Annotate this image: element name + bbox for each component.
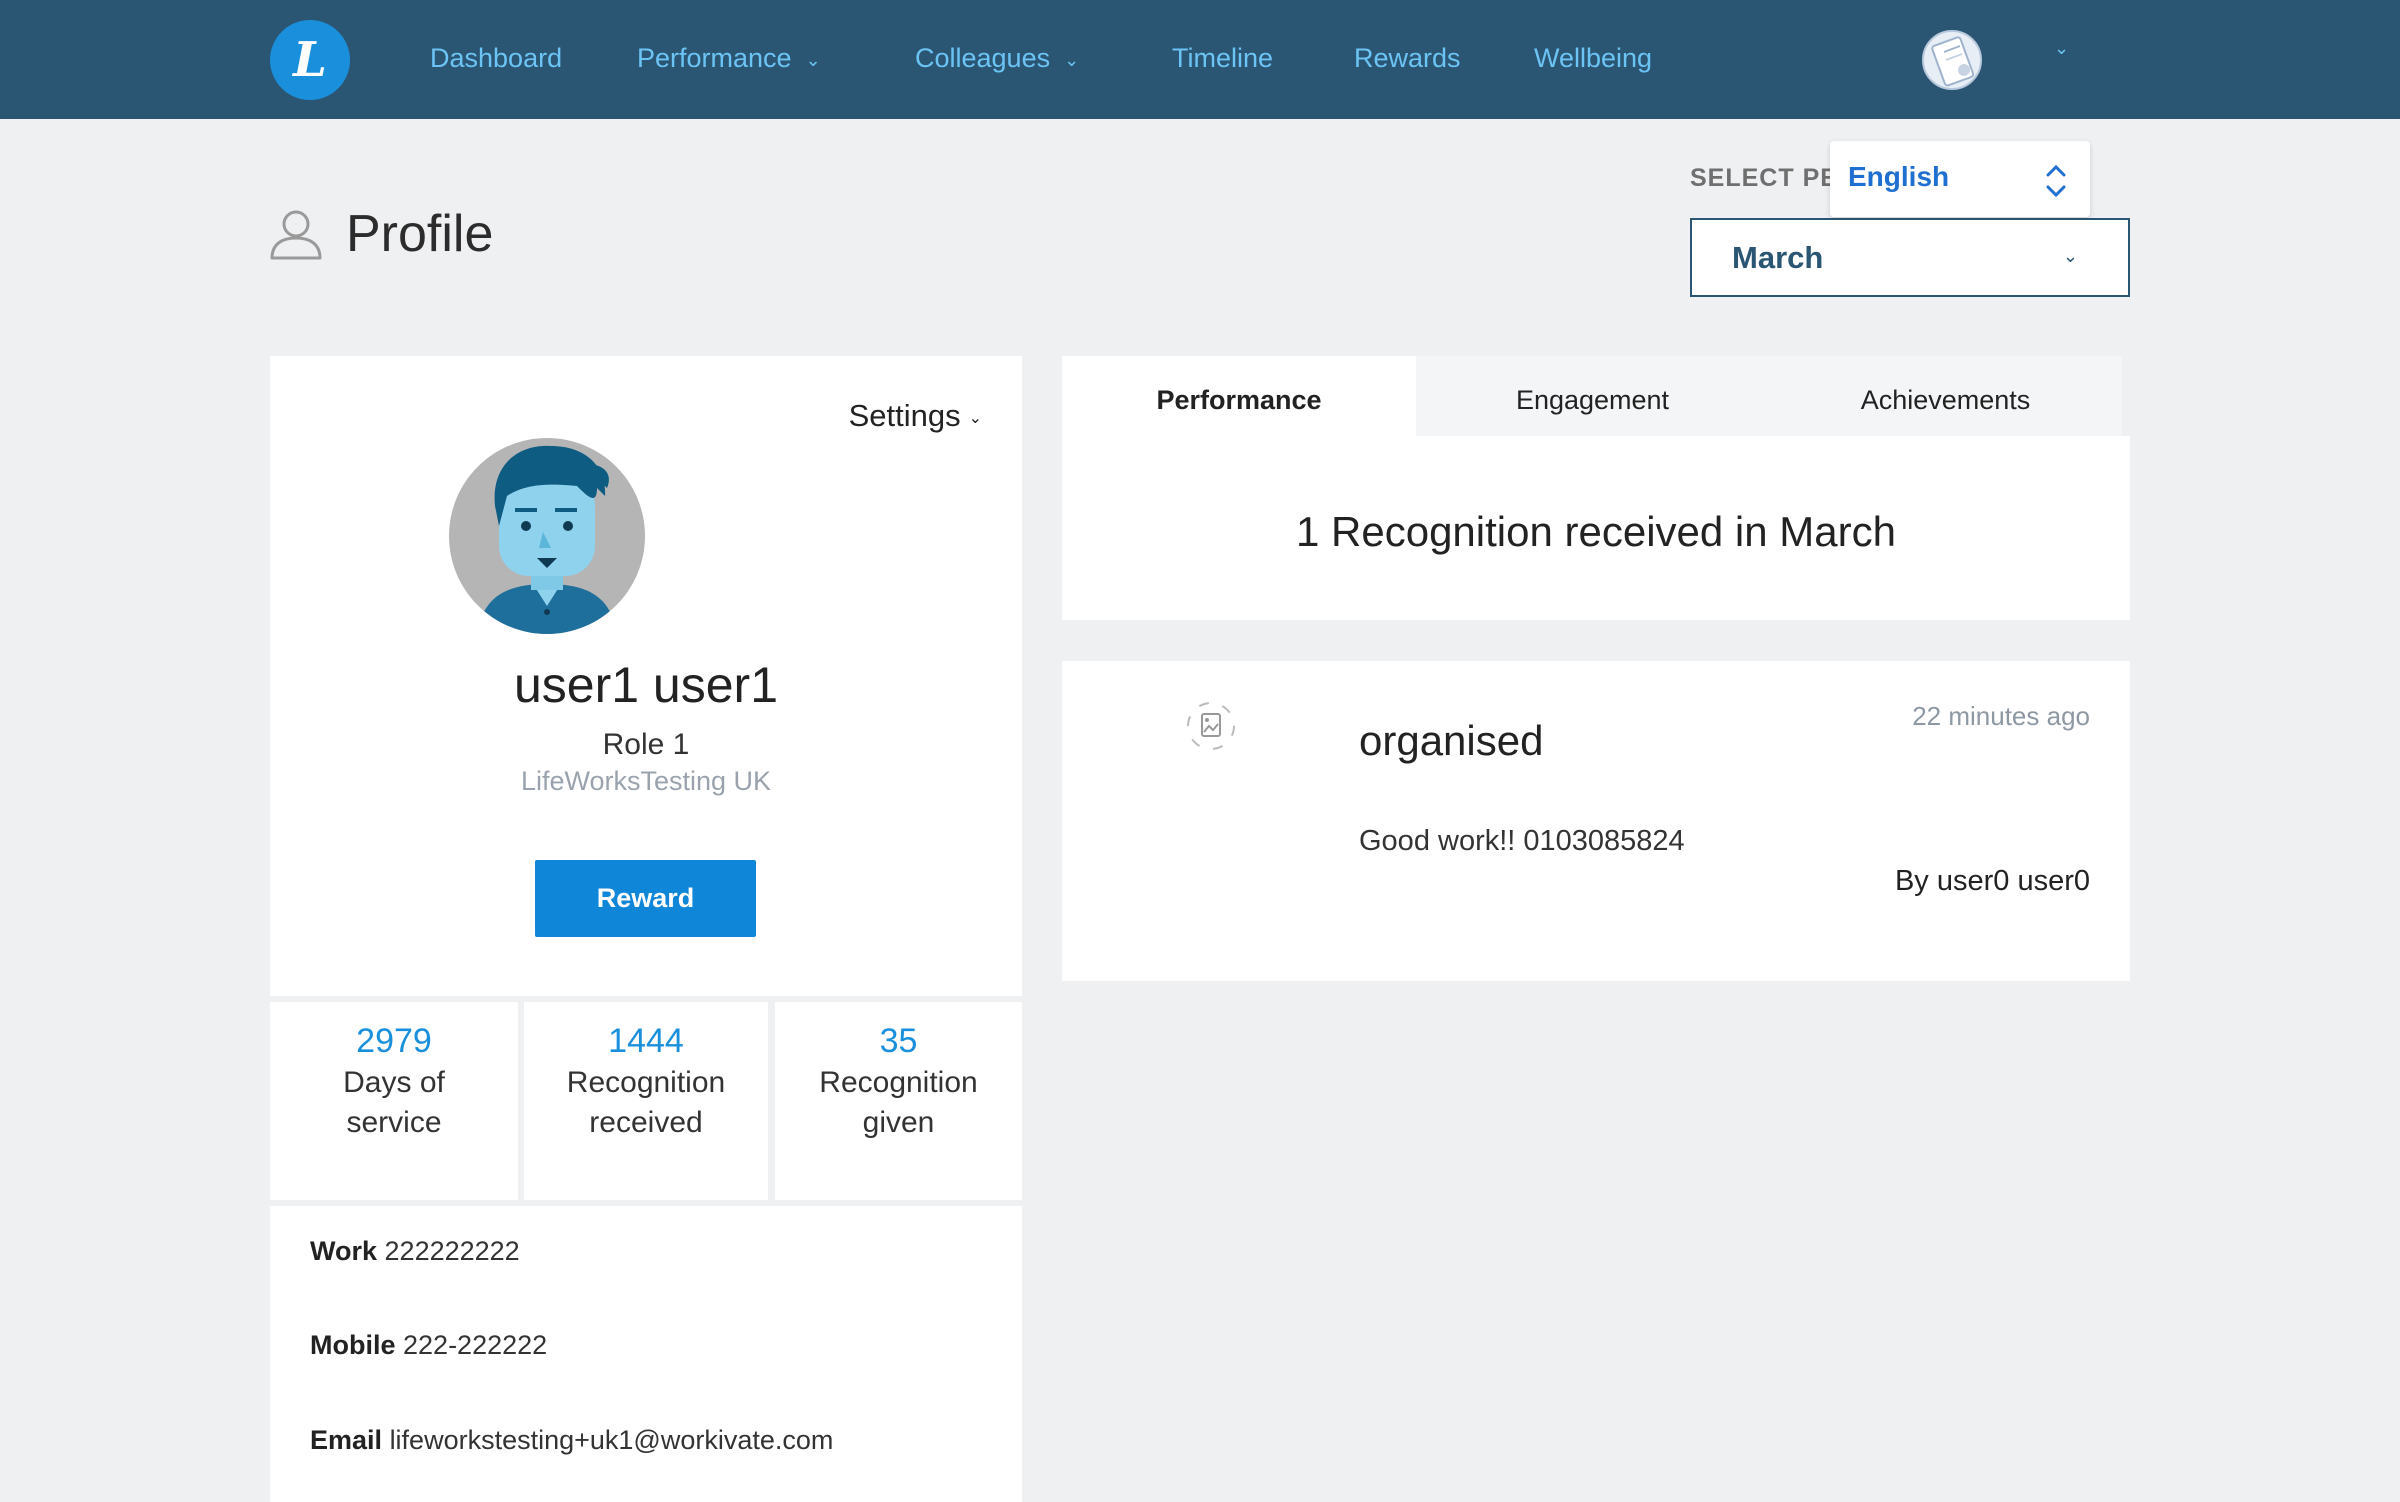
tab-engagement[interactable]: Engagement bbox=[1416, 356, 1769, 436]
user-company: LifeWorksTesting UK bbox=[520, 766, 772, 796]
stat-label: Days of service bbox=[343, 1066, 445, 1139]
chevron-down-icon: ⌄ bbox=[2062, 246, 2078, 266]
contact-label: Work bbox=[310, 1236, 378, 1266]
nav-item-dashboard[interactable]: Dashboard bbox=[430, 38, 562, 78]
user-name: user1 user1 bbox=[513, 657, 779, 713]
contact-label: Email bbox=[310, 1425, 383, 1455]
recognition-timestamp: 22 minutes ago bbox=[1912, 701, 2090, 731]
chevron-down-icon: ⌄ bbox=[1064, 49, 1080, 70]
nav-item-label: Timeline bbox=[1172, 43, 1274, 73]
summary-text: 1 Recognition received in March bbox=[1296, 508, 1896, 555]
recognition-card: organised 22 minutes ago Good work!! 010… bbox=[1062, 661, 2130, 981]
chevron-down-icon[interactable]: ⌄ bbox=[2054, 38, 2069, 59]
contact-email: Email lifeworkstesting+uk1@workivate.com bbox=[310, 1425, 833, 1456]
contact-mobile: Mobile 222-222222 bbox=[310, 1330, 547, 1361]
broken-image-icon bbox=[1187, 702, 1235, 750]
recognition-author: By user0 user0 bbox=[1894, 865, 2090, 897]
nav-item-label: Rewards bbox=[1354, 43, 1461, 73]
nav-item-wellbeing[interactable]: Wellbeing bbox=[1534, 38, 1652, 78]
stat-value: 1444 bbox=[608, 1022, 684, 1060]
stat-value: 35 bbox=[879, 1022, 918, 1060]
avatar bbox=[449, 438, 645, 634]
nav-item-rewards[interactable]: Rewards bbox=[1354, 38, 1461, 78]
profile-tabs: Performance Engagement Achievements bbox=[1062, 356, 2122, 436]
tab-achievements[interactable]: Achievements bbox=[1769, 356, 2122, 436]
stat-recognition-given: 35 Recognition given bbox=[775, 1002, 1022, 1200]
stat-recognition-received: 1444 Recognition received bbox=[524, 1002, 768, 1200]
chevron-down-icon: ⌄ bbox=[968, 409, 982, 427]
up-down-arrows-icon bbox=[2046, 164, 2066, 198]
nav-item-colleagues[interactable]: Colleagues ⌄ bbox=[915, 38, 1079, 78]
nav-item-timeline[interactable]: Timeline bbox=[1172, 38, 1273, 78]
reward-button[interactable]: Reward bbox=[535, 860, 756, 937]
nav-item-label: Performance bbox=[637, 43, 792, 73]
stat-days-of-service: 2979 Days of service bbox=[270, 1002, 518, 1200]
chevron-down-icon: ⌄ bbox=[805, 49, 821, 70]
contact-email-link[interactable]: lifeworkstesting+uk1@workivate.com bbox=[390, 1425, 834, 1455]
contact-value: 222-222222 bbox=[403, 1330, 548, 1360]
language-selector[interactable]: English bbox=[1830, 141, 2090, 217]
avatar-image-icon bbox=[1931, 36, 1975, 87]
user-outline-icon bbox=[270, 210, 322, 260]
contact-label: Mobile bbox=[310, 1330, 396, 1360]
stat-value: 2979 bbox=[356, 1022, 432, 1060]
tab-performance[interactable]: Performance bbox=[1062, 356, 1416, 436]
nav-item-label: Dashboard bbox=[430, 43, 563, 73]
settings-label: Settings bbox=[848, 398, 961, 433]
user-role: Role 1 bbox=[602, 728, 690, 761]
contact-card: Work 222222222 Mobile 222-222222 Email l… bbox=[270, 1206, 1022, 1502]
nav-item-label: Colleagues bbox=[915, 43, 1051, 73]
recognition-message: Good work!! 0103085824 bbox=[1359, 825, 1685, 857]
stat-label: Recognition received bbox=[566, 1066, 726, 1139]
period-value: March bbox=[1732, 240, 1824, 275]
settings-dropdown[interactable]: Settings ⌄ bbox=[849, 398, 982, 434]
nav-item-performance[interactable]: Performance ⌄ bbox=[637, 38, 821, 78]
user-avatar-mini[interactable] bbox=[1922, 30, 1982, 90]
contact-value: 222222222 bbox=[384, 1236, 520, 1266]
recognition-title: organised bbox=[1359, 717, 1544, 764]
language-value: English bbox=[1848, 161, 1950, 192]
profile-card: Settings ⌄ user1 user1 Role 1 LifeWorksTe… bbox=[270, 356, 1022, 996]
stat-label: Recognition given bbox=[819, 1066, 978, 1139]
nav-item-label: Wellbeing bbox=[1534, 43, 1653, 73]
period-dropdown[interactable]: March ⌄ bbox=[1690, 218, 2130, 297]
page-title: Profile bbox=[346, 205, 494, 263]
lifeworks-logo-icon[interactable]: L bbox=[270, 20, 350, 100]
recognition-summary: 1 Recognition received in March bbox=[1062, 436, 2130, 620]
contact-work: Work 222222222 bbox=[310, 1236, 520, 1267]
top-navigation-bar: L Dashboard Performance ⌄ Colleagues ⌄ Tim… bbox=[0, 0, 2400, 119]
